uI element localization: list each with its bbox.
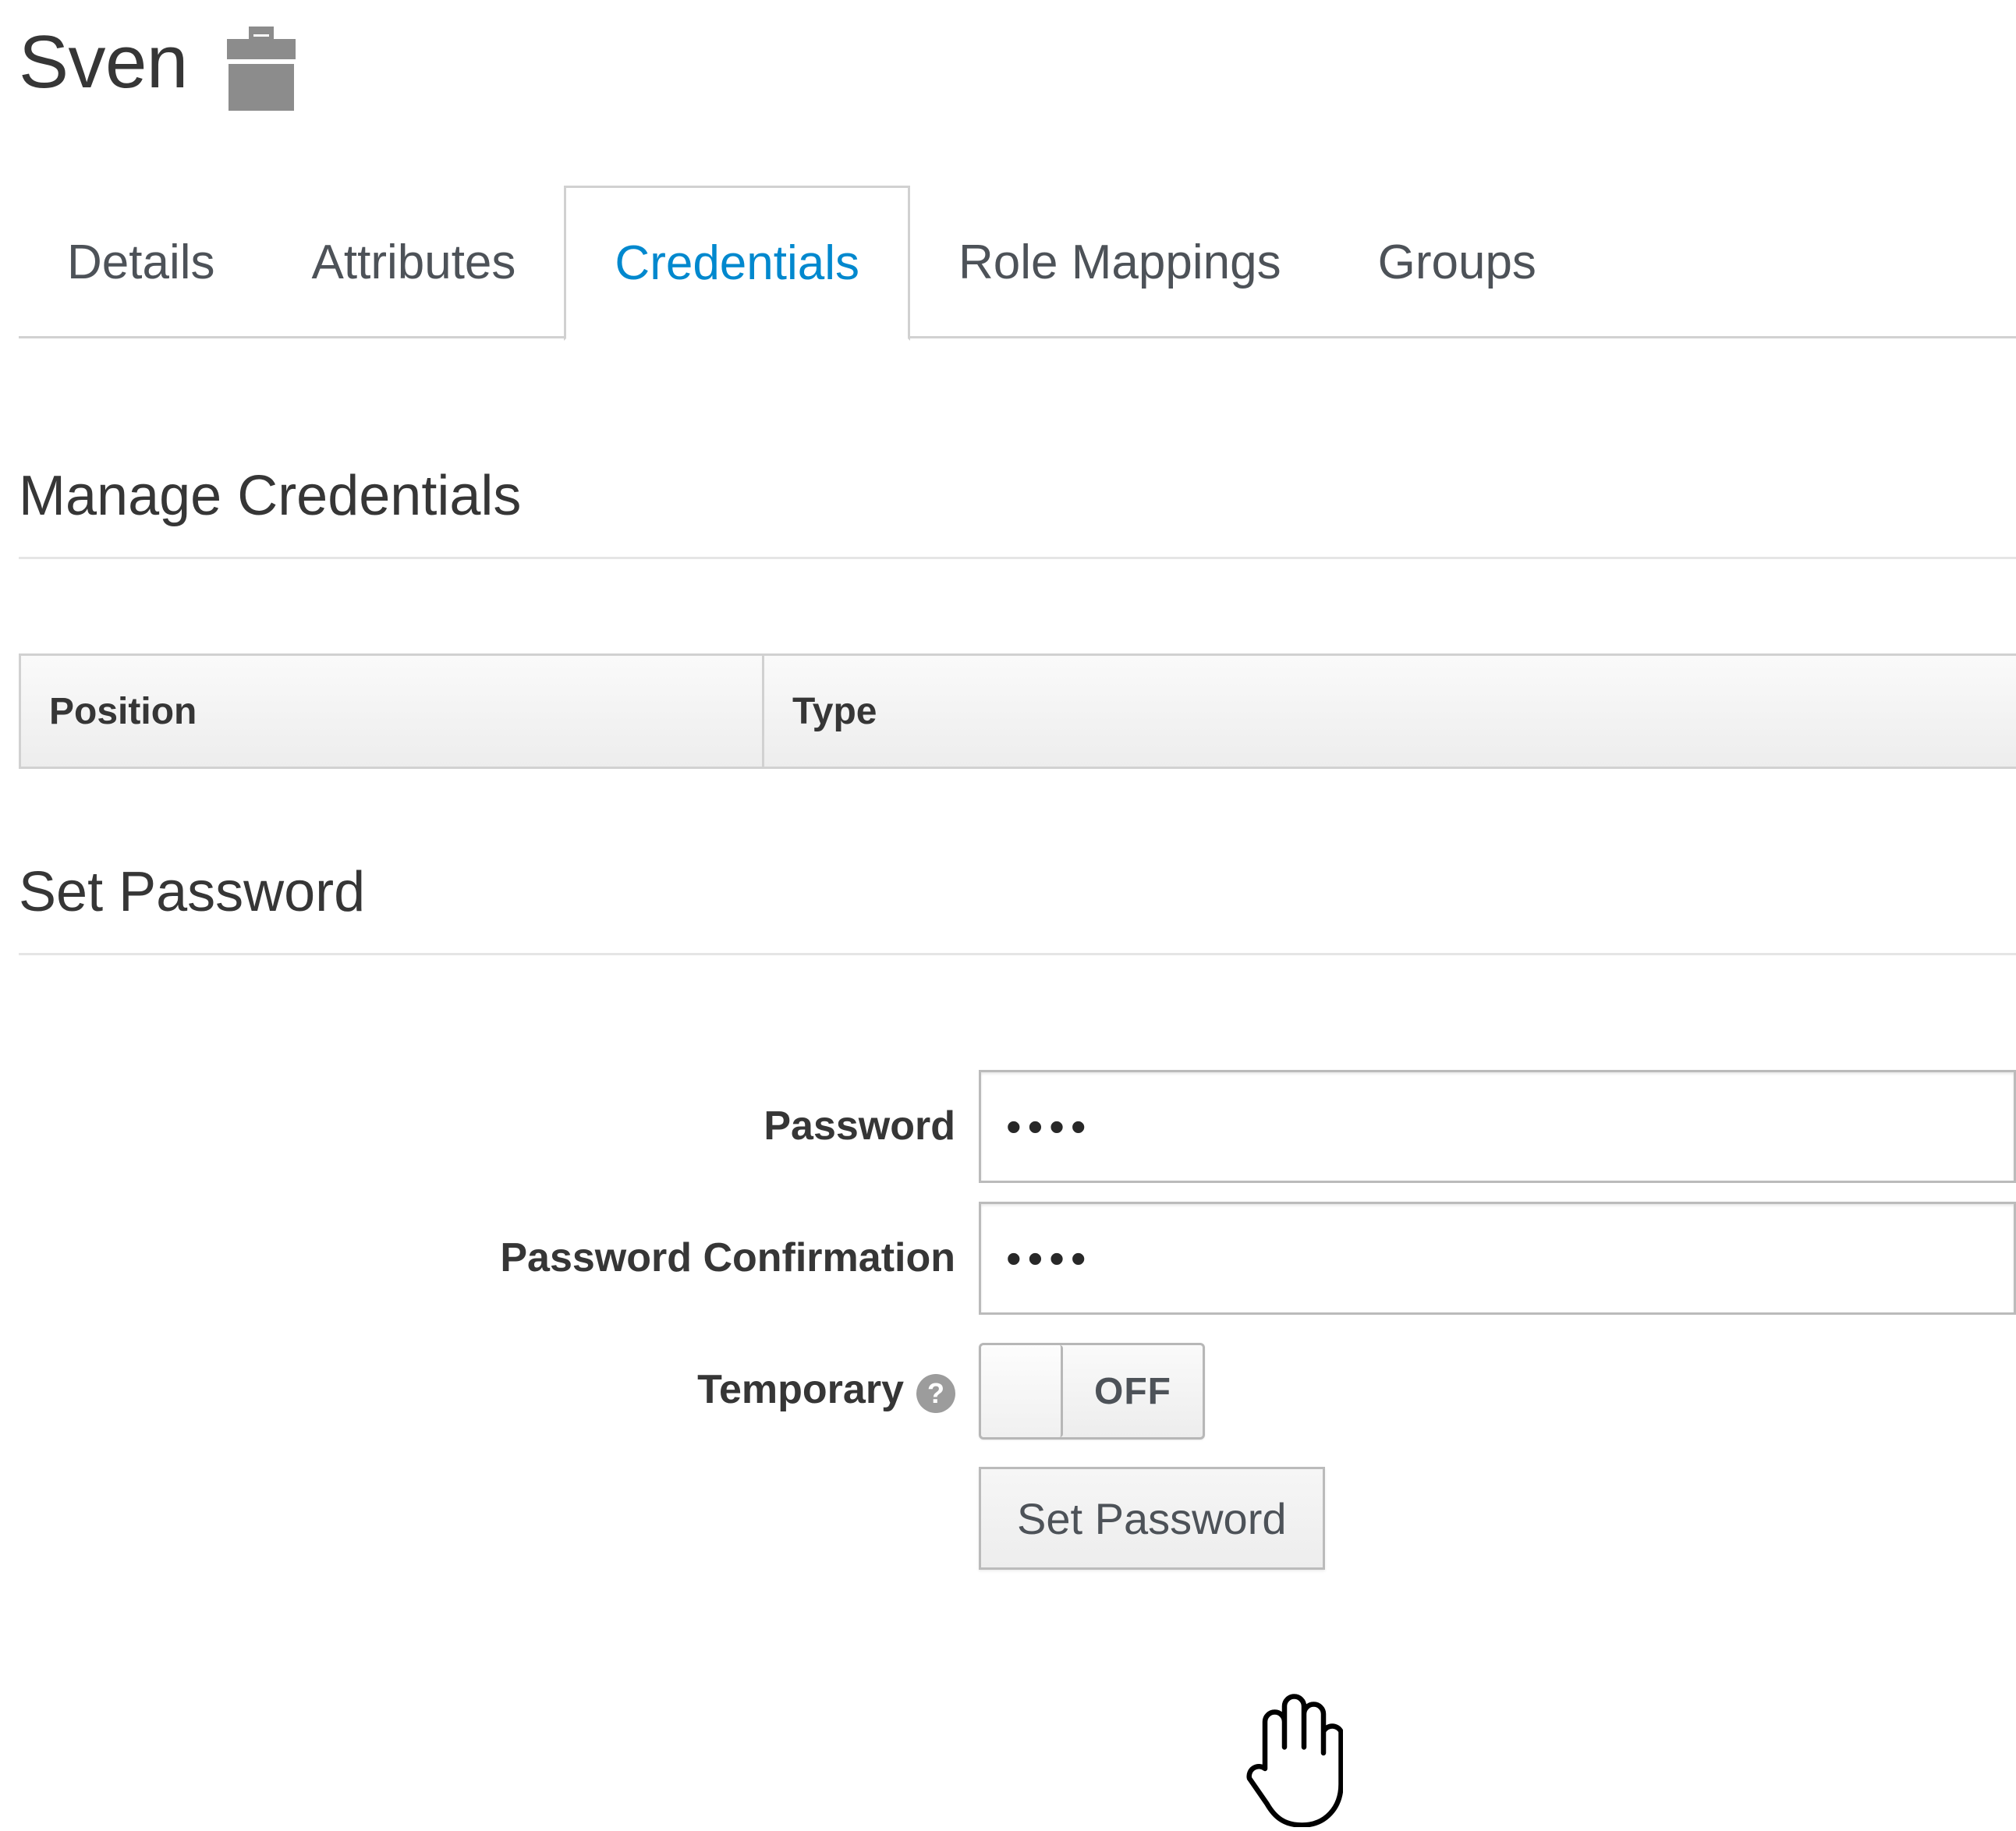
tab-list: Details Attributes Credentials Role Mapp… [19, 186, 1585, 338]
submit-cell: Set Password [979, 1467, 1325, 1570]
mouse-pointer-hand-cursor [1242, 1683, 1343, 1831]
set-password-divider [19, 953, 2016, 955]
set-password-form: Password •••• Password Confirmation ••••… [0, 1070, 2016, 1588]
password-input[interactable]: •••• [979, 1070, 2016, 1183]
trash-icon[interactable] [225, 14, 297, 111]
form-row-submit: Set Password [0, 1467, 2016, 1570]
tab-credentials-label: Credentials [615, 236, 859, 291]
temporary-label-cell: Temporary ? [0, 1333, 979, 1447]
question-circle-icon[interactable]: ? [916, 1374, 955, 1413]
password-confirmation-label: Password Confirmation [0, 1202, 979, 1315]
tab-bar: Details Attributes Credentials Role Mapp… [0, 186, 2016, 338]
column-header-type[interactable]: Type [764, 656, 2016, 767]
tab-groups-label: Groups [1378, 235, 1536, 290]
page-header: Sven [19, 14, 297, 111]
tab-attributes[interactable]: Attributes [264, 186, 565, 338]
form-row-temporary: Temporary ? OFF [0, 1333, 2016, 1447]
set-password-button[interactable]: Set Password [979, 1467, 1325, 1570]
temporary-label: Temporary [697, 1333, 904, 1447]
temporary-toggle-cell: OFF [979, 1333, 1205, 1441]
set-password-heading: Set Password [19, 864, 2016, 920]
tab-groups[interactable]: Groups [1330, 186, 1585, 338]
tab-role-mappings-label: Role Mappings [958, 235, 1281, 290]
set-password-section: Set Password [19, 864, 2016, 955]
tab-attributes-label: Attributes [312, 235, 516, 290]
form-row-password: Password •••• [0, 1070, 2016, 1183]
column-header-position[interactable]: Position [21, 656, 764, 767]
manage-credentials-heading: Manage Credentials [19, 468, 2016, 524]
credentials-table-header-row: Position Type [21, 656, 2016, 767]
tab-role-mappings[interactable]: Role Mappings [910, 186, 1330, 338]
page-title: Sven [19, 25, 188, 100]
toggle-handle[interactable] [981, 1345, 1063, 1437]
temporary-toggle[interactable]: OFF [979, 1343, 1205, 1440]
credentials-table: Position Type [19, 653, 2016, 769]
manage-credentials-divider [19, 557, 2016, 559]
tab-credentials[interactable]: Credentials [564, 186, 910, 341]
tab-details-label: Details [67, 235, 215, 290]
manage-credentials-section: Manage Credentials [19, 468, 2016, 559]
form-row-password-confirmation: Password Confirmation •••• [0, 1202, 2016, 1315]
toggle-state-label: OFF [1063, 1345, 1203, 1437]
password-label: Password [0, 1070, 979, 1183]
password-confirmation-input[interactable]: •••• [979, 1202, 2016, 1315]
tab-details[interactable]: Details [19, 186, 264, 338]
